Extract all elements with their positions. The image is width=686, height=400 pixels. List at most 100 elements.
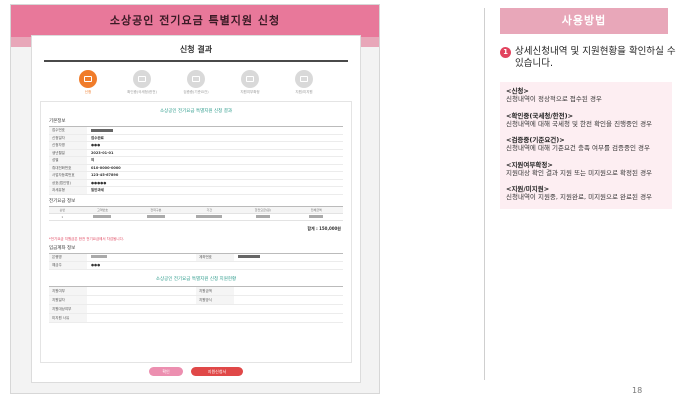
masked-value <box>91 128 113 132</box>
usage-header: 사용방법 <box>500 8 668 34</box>
row-key: 지원금액 <box>196 286 234 295</box>
table-row: 지원일자 지원방식 <box>49 295 343 305</box>
column-header: 고객번호 <box>96 207 108 212</box>
row-value: 일반과세 <box>91 188 104 192</box>
step-icon <box>187 70 205 88</box>
step-label: 검증중(기준요건) <box>183 90 209 94</box>
row-value: 2023-01-01 <box>91 150 114 155</box>
usage-intro: 1 상세신청내역 및 지원현황을 확인하실 수 있습니다. <box>500 46 678 70</box>
app-screenshot: 소상공인 전기요금 특별지원 신청 신청 결과 신청 확인중(국세청/한전) 검… <box>10 4 380 394</box>
row-value <box>234 287 343 295</box>
table-cell <box>236 214 289 220</box>
row-key: 지원대상여부 <box>49 304 87 313</box>
payment-info-label: 입금계좌 정보 <box>49 245 76 251</box>
card-title: 신청 결과 <box>179 45 213 54</box>
result-detail-box: 소상공인 전기요금 특별지원 신청 결과 기본정보 접수번호 신청일자 접수완료… <box>40 101 352 363</box>
definition-item: <지원여부확정> 지원대상 확인 결과 지원 또는 미지원으로 확정된 경우 <box>506 161 666 178</box>
table-row: 지원여부 지원금액 <box>49 286 343 296</box>
column-header: 전체금액 <box>310 207 322 212</box>
row-key: 지원여부 <box>49 286 87 295</box>
table-cell: 1 <box>61 214 64 219</box>
table-row: 사업자등록번호 123-45-67890 <box>49 172 343 180</box>
table-row: 과세유형 일반과세 <box>49 187 343 195</box>
definition-desc: 신청내역이 정상적으로 접수된 경우 <box>506 95 602 103</box>
row-value: ●●● <box>91 143 101 147</box>
page-number: 18 <box>632 386 643 395</box>
status-definitions: <신청> 신청내역이 정상적으로 접수된 경우 <확인중(국세청/한전)> 신청… <box>500 82 672 209</box>
definition-term: <지원여부확정> <box>506 160 553 169</box>
step-apply: 신청 <box>71 70 105 95</box>
definition-item: <확인중(국세청/한전)> 신청내역에 대해 국세청 및 한전 확인을 진행중인… <box>506 112 666 129</box>
step-icon <box>133 70 151 88</box>
table-row: 상호(법인명) ●●●●● <box>49 179 343 187</box>
row-value <box>234 296 343 304</box>
definition-term: <신청> <box>506 87 529 95</box>
step-icon <box>295 70 313 88</box>
table-row: 신청자명 ●●● <box>49 142 343 150</box>
masked-value <box>309 215 324 218</box>
table-cell <box>290 214 343 220</box>
basic-info-table: 접수번호 신청일자 접수완료 신청자명 ●●● 생년월일 2023-01-01 <box>49 126 343 195</box>
row-key: 은행명 <box>49 253 87 261</box>
row-key: 휴대전화번호 <box>49 164 87 171</box>
table-cell <box>129 214 182 220</box>
row-value <box>87 287 196 295</box>
row-value: 여 <box>91 158 95 162</box>
column-header: 한전요금(원) <box>254 207 271 212</box>
table-row: 생년월일 2023-01-01 <box>49 149 343 157</box>
app-header-title: 소상공인 전기요금 특별지원 신청 <box>11 5 379 37</box>
action-buttons: 확인 지원신청서 <box>32 367 360 376</box>
step-checking: 확인중(국세청/한전) <box>125 70 159 95</box>
row-key: 생년월일 <box>49 149 87 156</box>
table-cell <box>76 214 129 220</box>
table-row: 신청일자 접수완료 <box>49 134 343 142</box>
masked-value <box>91 255 107 258</box>
progress-steps: 신청 확인중(국세청/한전) 검증중(기준요건) 지원여부확정 지원/미지원 <box>32 70 360 95</box>
elec-info-label: 전기요금 정보 <box>49 198 76 204</box>
result-card: 신청 결과 신청 확인중(국세청/한전) 검증중(기준요건) 지원여부확정 지원… <box>31 35 361 383</box>
payment-table: 은행명 계좌번호 예금주 ●●● <box>49 252 343 270</box>
masked-value <box>196 215 223 218</box>
masked-value <box>93 215 112 218</box>
confirm-button[interactable]: 확인 <box>149 367 183 376</box>
table-row: 예금주 ●●● <box>49 261 343 270</box>
row-key: 사업자등록번호 <box>49 172 87 179</box>
basic-info-label: 기본정보 <box>49 119 66 124</box>
definition-term: <확인중(국세청/한전)> <box>506 111 574 120</box>
definition-desc: 신청내역이 지원중, 지원완료, 미지원으로 완료된 경우 <box>506 193 653 201</box>
row-key: 계좌번호 <box>196 253 234 261</box>
application-form-button[interactable]: 지원신청서 <box>191 367 243 376</box>
row-value <box>234 254 343 261</box>
table-row: 지원대상여부 <box>49 304 343 314</box>
row-value: ●●●●● <box>91 180 107 185</box>
table-row: 성별 여 <box>49 157 343 165</box>
row-key: 상호(법인명) <box>49 179 87 186</box>
row-value <box>87 305 343 313</box>
manual-page: 소상공인 전기요금 특별지원 신청 신청 결과 신청 확인중(국세청/한전) 검… <box>0 0 686 400</box>
row-key: 지원방식 <box>196 295 234 304</box>
definition-item: <신청> 신청내역이 정상적으로 접수된 경우 <box>506 87 666 104</box>
row-key: 미지원 사유 <box>49 313 87 322</box>
step-icon <box>79 70 97 88</box>
row-value: 123-45-67890 <box>91 173 119 177</box>
title-divider <box>44 60 348 62</box>
result-section-heading: 소상공인 전기요금 특별지원 신청 결과 <box>160 109 232 114</box>
table-row: 접수번호 <box>49 127 343 135</box>
intro-text: 상세신청내역 및 지원현황을 확인하실 수 있습니다. <box>515 46 676 69</box>
column-header: 기간 <box>206 207 213 212</box>
row-value: 010-0000-0000 <box>91 165 121 170</box>
status-table: 지원여부 지원금액 지원일자 지원방식 지원대상여부 미지원 사유 <box>49 285 343 323</box>
step-icon <box>241 70 259 88</box>
total-amount: 합계 : 150,000원 <box>307 225 341 231</box>
definition-desc: 신청내역에 대해 기준요건 충족 여부를 검증중인 경우 <box>506 144 650 152</box>
row-key: 지원일자 <box>49 295 87 304</box>
definition-term: <검증중(기준요건)> <box>506 136 565 144</box>
vertical-divider <box>484 8 485 380</box>
row-key: 예금주 <box>49 261 87 269</box>
table-header-row: 순번 고객번호 전력구분 기간 한전요금(원) 전체금액 <box>49 206 343 214</box>
usage-panel: 사용방법 1 상세신청내역 및 지원현황을 확인하실 수 있습니다. <신청> … <box>500 8 678 209</box>
masked-value <box>146 215 165 218</box>
row-value <box>87 296 196 304</box>
elec-fee-table: 순번 고객번호 전력구분 기간 한전요금(원) 전체금액 1 <box>49 205 343 221</box>
step-label: 지원/미지원 <box>295 90 313 94</box>
